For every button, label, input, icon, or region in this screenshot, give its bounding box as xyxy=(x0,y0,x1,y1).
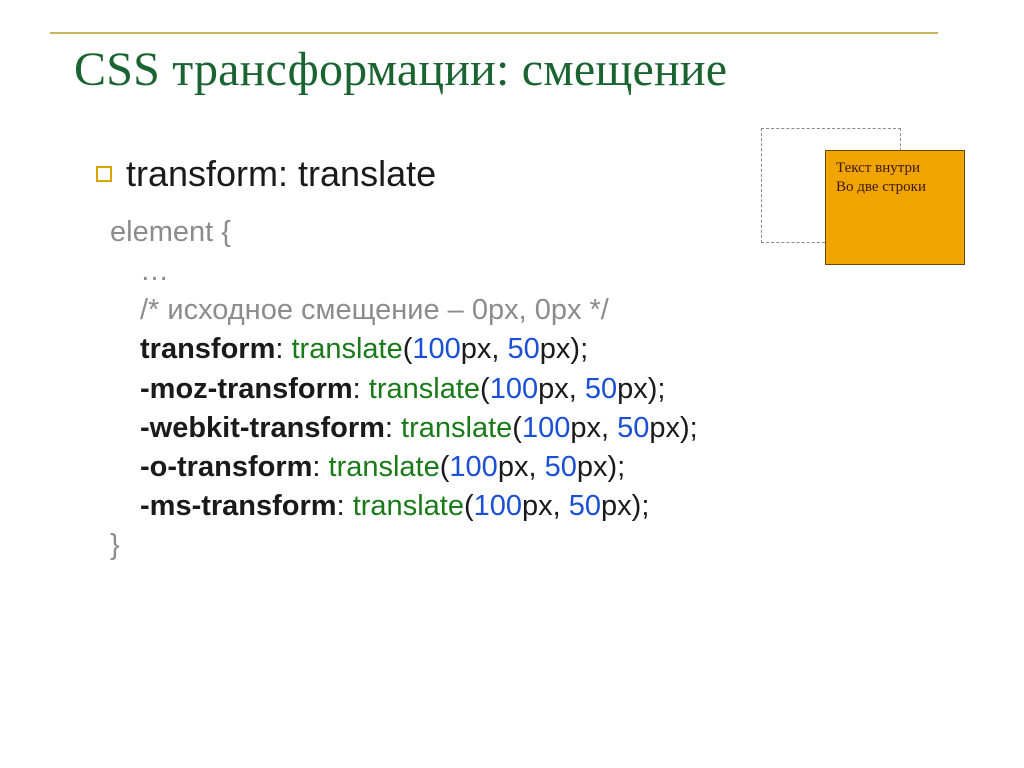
translated-box-text-line-2: Во две строки xyxy=(836,178,954,197)
code-function: translate xyxy=(291,333,402,365)
code-function: translate xyxy=(329,451,440,483)
translated-box: Текст внутри Во две строки xyxy=(825,150,965,265)
code-line: -o-transform: translate(100px, 50px); xyxy=(110,448,974,487)
code-unit-sep: px, xyxy=(570,412,617,444)
slide: CSS трансформации: смещение Текст внутри… xyxy=(0,0,1024,768)
code-function: translate xyxy=(401,412,512,444)
translated-box-text-line-1: Текст внутри xyxy=(836,159,954,178)
example-illustration: Текст внутри Во две строки xyxy=(761,128,966,268)
code-value: 50 xyxy=(508,333,540,365)
bullet-text: transform: translate xyxy=(126,153,436,195)
code-value: 100 xyxy=(449,451,497,483)
code-tail: px); xyxy=(577,451,625,483)
code-unit-sep: px, xyxy=(461,333,508,365)
code-function: translate xyxy=(353,490,464,522)
code-value: 100 xyxy=(522,412,570,444)
code-value: 100 xyxy=(490,373,538,405)
code-property: -moz-transform xyxy=(140,373,353,405)
code-property: -o-transform xyxy=(140,451,312,483)
code-property: -ms-transform xyxy=(140,490,337,522)
code-line: -moz-transform: translate(100px, 50px); xyxy=(110,370,974,409)
code-property: -webkit-transform xyxy=(140,412,385,444)
title-divider xyxy=(50,32,938,34)
code-close: } xyxy=(110,526,974,565)
code-value: 50 xyxy=(545,451,577,483)
code-tail: px); xyxy=(540,333,588,365)
code-tail: px); xyxy=(617,373,665,405)
code-value: 100 xyxy=(474,490,522,522)
code-line: transform: translate(100px, 50px); xyxy=(110,330,974,369)
code-property: transform xyxy=(140,333,275,365)
code-unit-sep: px, xyxy=(538,373,585,405)
code-value: 50 xyxy=(617,412,649,444)
bullet-square-icon xyxy=(96,166,112,182)
code-line: -ms-transform: translate(100px, 50px); xyxy=(110,487,974,526)
code-unit-sep: px, xyxy=(498,451,545,483)
slide-title: CSS трансформации: смещение xyxy=(74,42,974,97)
code-tail: px); xyxy=(649,412,697,444)
code-function: translate xyxy=(369,373,480,405)
code-unit-sep: px, xyxy=(522,490,569,522)
code-tail: px); xyxy=(601,490,649,522)
code-line: -webkit-transform: translate(100px, 50px… xyxy=(110,409,974,448)
code-value: 50 xyxy=(585,373,617,405)
code-value: 100 xyxy=(412,333,460,365)
code-value: 50 xyxy=(569,490,601,522)
code-comment: /* исходное смещение – 0px, 0px */ xyxy=(110,291,974,330)
